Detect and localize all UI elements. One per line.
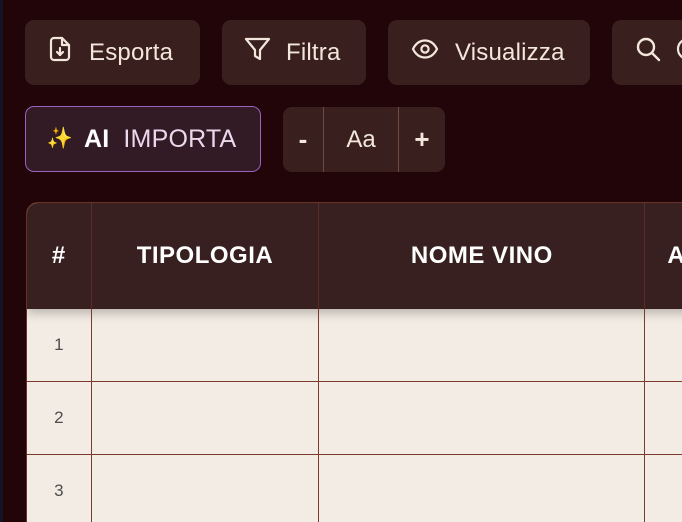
ai-tag: AI xyxy=(84,124,110,153)
clear-icon xyxy=(675,36,682,69)
next-cell[interactable] xyxy=(645,382,682,454)
table-row: 3 xyxy=(27,455,682,522)
row-number: 2 xyxy=(27,382,92,454)
font-size-control: - Aa + xyxy=(283,107,445,172)
next-cell[interactable] xyxy=(645,455,682,522)
eye-icon xyxy=(411,38,439,67)
row-number: 3 xyxy=(27,455,92,522)
nome-vino-cell[interactable] xyxy=(319,309,646,381)
tipologia-cell[interactable] xyxy=(92,382,320,454)
table-row: 2 xyxy=(27,382,682,455)
export-button[interactable]: Esporta xyxy=(25,20,200,85)
font-increase-button[interactable]: + xyxy=(399,107,445,172)
column-header-nome-vino[interactable]: NOME VINO xyxy=(319,203,646,309)
column-header-next[interactable]: A xyxy=(645,203,682,309)
table-header: # TIPOLOGIA NOME VINO A xyxy=(27,203,682,309)
tipologia-cell[interactable] xyxy=(92,309,320,381)
next-cell[interactable] xyxy=(645,309,682,381)
filter-label: Filtra xyxy=(286,38,341,66)
nome-vino-cell[interactable] xyxy=(319,382,646,454)
tipologia-cell[interactable] xyxy=(92,455,320,522)
column-header-number[interactable]: # xyxy=(27,203,92,309)
window-edge xyxy=(0,0,3,522)
font-decrease-button[interactable]: - xyxy=(283,107,324,172)
filter-button[interactable]: Filtra xyxy=(222,20,366,85)
column-header-tipologia[interactable]: TIPOLOGIA xyxy=(92,203,320,309)
table-body: 1 2 3 xyxy=(27,309,682,522)
search-icon xyxy=(635,36,661,69)
table-row: 1 xyxy=(27,309,682,382)
nome-vino-cell[interactable] xyxy=(319,455,646,522)
view-label: Visualizza xyxy=(455,38,565,66)
view-button[interactable]: Visualizza xyxy=(388,20,590,85)
file-export-icon xyxy=(49,36,71,69)
filter-icon xyxy=(244,36,271,69)
export-label: Esporta xyxy=(89,38,174,66)
ai-import-button[interactable]: ✨ AI IMPORTA xyxy=(25,106,261,172)
row-number: 1 xyxy=(27,309,92,381)
ai-import-label: IMPORTA xyxy=(123,124,237,153)
app-window: Esporta Filtra Visualizza ✨ AI IMPORTA -… xyxy=(0,0,682,522)
font-size-label: Aa xyxy=(324,107,399,172)
search-button[interactable] xyxy=(612,20,682,85)
wine-table: # TIPOLOGIA NOME VINO A 1 2 3 xyxy=(26,202,682,522)
sparkles-icon: ✨ xyxy=(46,127,74,150)
